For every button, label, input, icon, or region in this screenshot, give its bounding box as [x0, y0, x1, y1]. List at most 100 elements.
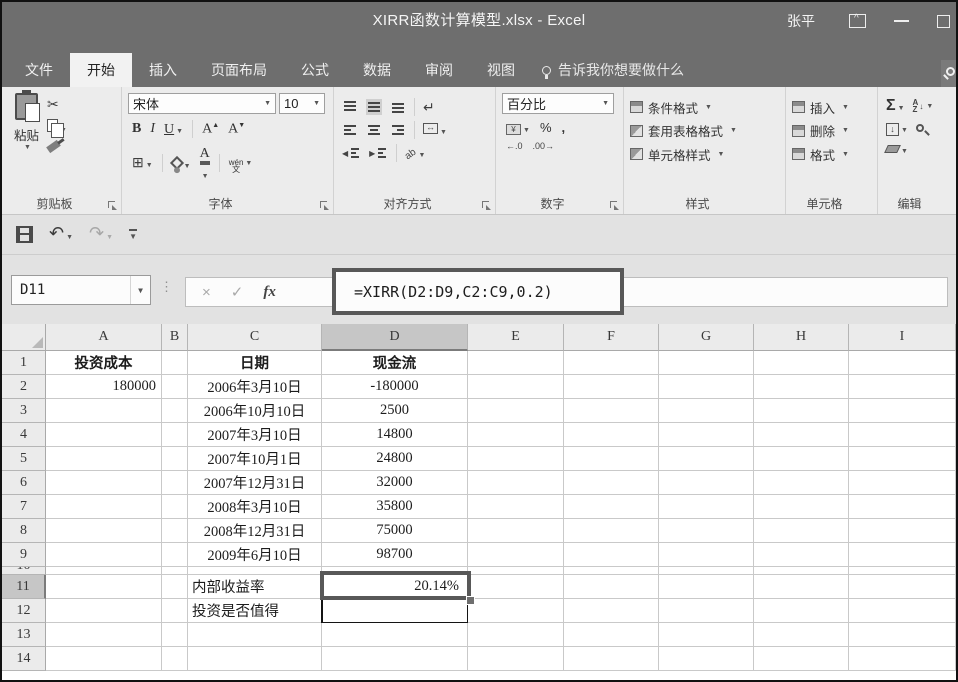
cell-A1[interactable]: 投资成本 — [46, 351, 162, 375]
search-button[interactable] — [941, 60, 958, 87]
enter-icon[interactable]: ✓ — [231, 283, 244, 301]
font-size-combobox[interactable]: 10▼ — [279, 93, 325, 114]
col-header-C[interactable]: C — [188, 324, 322, 351]
cell-F5[interactable] — [564, 447, 659, 471]
cell-E8[interactable] — [468, 519, 564, 543]
tab-review[interactable]: 审阅 — [408, 53, 470, 87]
cell-D12[interactable] — [322, 599, 468, 623]
conditional-formatting-button[interactable]: 条件格式▼ — [630, 98, 781, 117]
col-header-B[interactable]: B — [162, 324, 188, 351]
cell-E1[interactable] — [468, 351, 564, 375]
col-header-E[interactable]: E — [468, 324, 564, 351]
cell-D11-selected[interactable]: 20.14% — [322, 575, 468, 599]
tab-insert[interactable]: 插入 — [132, 53, 194, 87]
cell-G3[interactable] — [659, 399, 754, 423]
cell-E4[interactable] — [468, 423, 564, 447]
cell-B10[interactable] — [162, 567, 188, 575]
font-color-button[interactable]: A▼ — [200, 144, 210, 181]
cell-G5[interactable] — [659, 447, 754, 471]
cell-C8[interactable]: 2008年12月31日 — [188, 519, 322, 543]
formula-text[interactable]: =XIRR(D2:D9,C2:C9,0.2) — [354, 283, 553, 301]
cell-I4[interactable] — [849, 423, 956, 447]
cell-C9[interactable]: 2009年6月10日 — [188, 543, 322, 567]
sort-filter-button[interactable]: AZ↓▼ — [913, 99, 934, 113]
decrease-indent-icon[interactable]: ◀ — [342, 146, 361, 160]
cell-F4[interactable] — [564, 423, 659, 447]
tab-data[interactable]: 数据 — [346, 53, 408, 87]
cell-B6[interactable] — [162, 471, 188, 495]
italic-button[interactable]: I — [150, 121, 155, 137]
row-header-2[interactable]: 2 — [2, 375, 46, 399]
col-header-I[interactable]: I — [849, 324, 956, 351]
cell-G13[interactable] — [659, 623, 754, 647]
format-painter-icon[interactable] — [46, 140, 61, 153]
cell-D10[interactable] — [322, 567, 468, 575]
cell-I2[interactable] — [849, 375, 956, 399]
cell-I11[interactable] — [849, 575, 956, 599]
cell-H2[interactable] — [754, 375, 849, 399]
cell-B2[interactable] — [162, 375, 188, 399]
row-header-7[interactable]: 7 — [2, 495, 46, 519]
cell-A8[interactable] — [46, 519, 162, 543]
cell-A10[interactable] — [46, 567, 162, 575]
cell-B1[interactable] — [162, 351, 188, 375]
cell-D6[interactable]: 32000 — [322, 471, 468, 495]
cell-C4[interactable]: 2007年3月10日 — [188, 423, 322, 447]
cell-G6[interactable] — [659, 471, 754, 495]
row-header-14[interactable]: 14 — [2, 647, 46, 671]
paste-dropdown-icon[interactable]: ▼ — [24, 144, 31, 151]
tab-file[interactable]: 文件 — [8, 53, 70, 87]
cell-D2[interactable]: -180000 — [322, 375, 468, 399]
row-header-11[interactable]: 11 — [2, 575, 46, 599]
row-header-10[interactable]: 10 — [2, 567, 46, 575]
cell-H4[interactable] — [754, 423, 849, 447]
cell-A3[interactable] — [46, 399, 162, 423]
cell-B9[interactable] — [162, 543, 188, 567]
cell-G9[interactable] — [659, 543, 754, 567]
align-right-icon[interactable] — [390, 123, 406, 137]
cell-F14[interactable] — [564, 647, 659, 671]
cell-B4[interactable] — [162, 423, 188, 447]
cell-C1[interactable]: 日期 — [188, 351, 322, 375]
number-format-combobox[interactable]: 百分比▼ — [502, 93, 614, 114]
copy-button[interactable]: ▼ — [47, 119, 67, 137]
ribbon-display-options-icon[interactable] — [849, 14, 866, 28]
cell-I7[interactable] — [849, 495, 956, 519]
paste-button[interactable]: 粘贴 ▼ — [14, 93, 39, 196]
cell-E5[interactable] — [468, 447, 564, 471]
cell-H13[interactable] — [754, 623, 849, 647]
cell-H11[interactable] — [754, 575, 849, 599]
cell-C11[interactable]: 内部收益率 — [188, 575, 322, 599]
align-center-icon[interactable] — [366, 123, 382, 137]
number-dialog-launcher-icon[interactable] — [610, 201, 620, 211]
cell-H10[interactable] — [754, 567, 849, 575]
col-header-F[interactable]: F — [564, 324, 659, 351]
cell-C2[interactable]: 2006年3月10日 — [188, 375, 322, 399]
cell-F13[interactable] — [564, 623, 659, 647]
cell-I10[interactable] — [849, 567, 956, 575]
cell-A12[interactable] — [46, 599, 162, 623]
increase-decimal-icon[interactable]: ←.0 — [506, 141, 523, 151]
cell-A9[interactable] — [46, 543, 162, 567]
insert-function-icon[interactable]: fx — [263, 284, 276, 301]
cell-I3[interactable] — [849, 399, 956, 423]
cell-I13[interactable] — [849, 623, 956, 647]
percent-style-button[interactable]: % — [540, 120, 552, 135]
cell-I5[interactable] — [849, 447, 956, 471]
cell-I9[interactable] — [849, 543, 956, 567]
cell-A6[interactable] — [46, 471, 162, 495]
name-box[interactable]: D11 ▼ — [11, 275, 151, 305]
cell-B3[interactable] — [162, 399, 188, 423]
row-header-1[interactable]: 1 — [2, 351, 46, 375]
cell-A14[interactable] — [46, 647, 162, 671]
cell-E13[interactable] — [468, 623, 564, 647]
row-header-6[interactable]: 6 — [2, 471, 46, 495]
tab-view[interactable]: 视图 — [470, 53, 532, 87]
cell-B8[interactable] — [162, 519, 188, 543]
cell-D3[interactable]: 2500 — [322, 399, 468, 423]
cell-I12[interactable] — [849, 599, 956, 623]
cell-C14[interactable] — [188, 647, 322, 671]
orientation-button[interactable]: ab▼ — [405, 144, 425, 162]
borders-button[interactable]: ⊞▼ — [132, 154, 153, 171]
merge-center-button[interactable]: ▼ — [423, 121, 447, 139]
